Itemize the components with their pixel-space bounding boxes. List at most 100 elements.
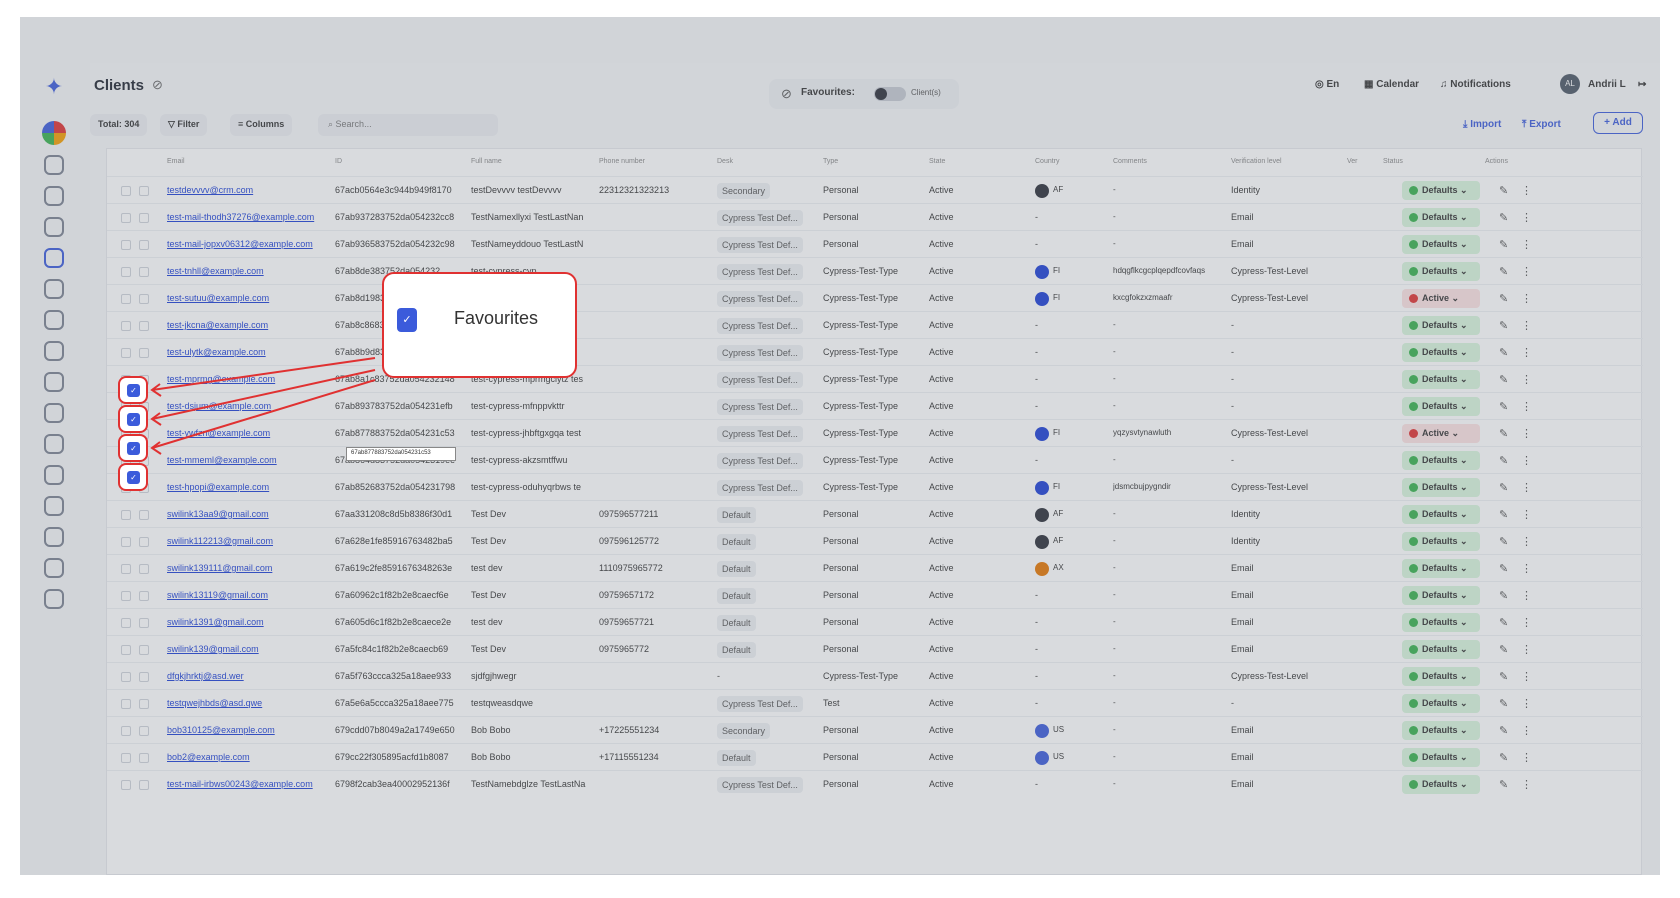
column-header[interactable]: Email [167,158,185,165]
edit-icon[interactable]: ✎ [1499,589,1508,602]
user-name[interactable]: Andrii L [1588,79,1626,90]
edit-icon[interactable]: ✎ [1499,778,1508,791]
column-header[interactable]: Country [1035,158,1060,165]
more-icon[interactable]: ⋮ [1521,265,1532,278]
status-dropdown[interactable]: Defaults ⌄ [1402,208,1480,227]
row-checkbox[interactable] [121,267,131,277]
favourite-checkbox[interactable] [139,564,149,574]
email-link[interactable]: swilink112213@gmail.com [167,536,327,546]
more-icon[interactable]: ⋮ [1521,670,1532,683]
status-dropdown[interactable]: Defaults ⌄ [1402,181,1480,200]
email-link[interactable]: test-mmeml@example.com [167,455,327,465]
status-dropdown[interactable]: Active ⌄ [1402,289,1480,308]
favourite-checkbox[interactable] [139,672,149,682]
table-row[interactable]: testdevvvv@crm.com 67acb0564e3c944b949f81… [107,176,1643,205]
more-icon[interactable]: ⋮ [1521,184,1532,197]
column-header[interactable]: State [929,158,945,165]
email-link[interactable]: testqwejhbds@asd.qwe [167,698,327,708]
more-icon[interactable]: ⋮ [1521,643,1532,656]
favourite-checkbox[interactable] [139,294,149,304]
table-row[interactable]: test-sutuu@example.com67ab8d1983752da054… [107,284,1643,313]
email-link[interactable]: bob2@example.com [167,752,327,762]
status-dropdown[interactable]: Defaults ⌄ [1402,262,1480,281]
columns-button[interactable]: ≡ Columns [230,114,293,136]
more-icon[interactable]: ⋮ [1521,238,1532,251]
language-selector[interactable]: ◎ En [1315,79,1339,90]
favourite-checkbox[interactable] [139,537,149,547]
favourite-checkbox[interactable] [139,510,149,520]
more-icon[interactable]: ⋮ [1521,589,1532,602]
table-row[interactable]: test-mail-thodh37276@example.com 67ab9372… [107,203,1643,232]
email-link[interactable]: swilink139@gmail.com [167,644,327,654]
table-row[interactable]: swilink13119@gmail.com 67a60962c1f82b2e8c… [107,581,1643,610]
email-link[interactable]: test-mprmg@example.com [167,374,327,384]
add-button[interactable]: + Add [1593,112,1643,134]
column-header[interactable]: Phone number [599,158,645,165]
clients-icon[interactable] [44,248,64,268]
status-dropdown[interactable]: Defaults ⌄ [1402,451,1480,470]
more-icon[interactable]: ⋮ [1521,373,1532,386]
column-header[interactable]: Ver [1347,158,1358,165]
favourite-bookmark-highlight[interactable]: ✓ [118,405,148,433]
row-checkbox[interactable] [121,753,131,763]
more-icon[interactable]: ⋮ [1521,535,1532,548]
link-icon[interactable] [44,465,64,485]
table-row[interactable]: test-mail-jopxv06312@example.com 67ab9365… [107,230,1643,259]
row-checkbox[interactable] [121,510,131,520]
row-checkbox[interactable] [121,186,131,196]
row-checkbox[interactable] [121,672,131,682]
table-row[interactable]: test-mprmg@example.com 67ab8a1c83752da054… [107,365,1643,394]
import-button[interactable]: ⤓ Import [1463,119,1501,130]
status-dropdown[interactable]: Defaults ⌄ [1402,532,1480,551]
favourite-checkbox[interactable] [139,618,149,628]
favourite-checkbox[interactable] [139,645,149,655]
table-row[interactable]: test-ulytk@example.com67ab8b9d83752da054… [107,338,1643,367]
status-dropdown[interactable]: Defaults ⌄ [1402,640,1480,659]
table-row[interactable]: test-hpopi@example.com 67ab852683752da054… [107,473,1643,502]
row-checkbox[interactable] [121,780,131,790]
more-icon[interactable]: ⋮ [1521,319,1532,332]
edit-icon[interactable]: ✎ [1499,562,1508,575]
edit-icon[interactable]: ✎ [1499,373,1508,386]
email-link[interactable]: test-dsjum@example.com [167,401,327,411]
table-row[interactable]: swilink139@gmail.com 67a5fc84c1f82b2e8cae… [107,635,1643,664]
row-checkbox[interactable] [121,591,131,601]
bot-icon[interactable] [44,310,64,330]
column-header[interactable]: Desk [717,158,733,165]
edit-icon[interactable]: ✎ [1499,454,1508,467]
favourites-toggle[interactable] [874,87,906,101]
more-icon[interactable]: ⋮ [1521,751,1532,764]
edit-icon[interactable]: ✎ [1499,670,1508,683]
edit-icon[interactable]: ✎ [1499,481,1508,494]
edit-icon[interactable]: ✎ [1499,508,1508,521]
more-icon[interactable]: ⋮ [1521,778,1532,791]
edit-icon[interactable]: ✎ [1499,616,1508,629]
favourite-checkbox[interactable] [139,213,149,223]
status-dropdown[interactable]: Defaults ⌄ [1402,397,1480,416]
bank-icon[interactable] [44,496,64,516]
table-row[interactable]: test-ywfzn@example.com 67ab877883752da054… [107,419,1643,448]
more-icon[interactable]: ⋮ [1521,292,1532,305]
logout-icon[interactable]: ↦ [1638,79,1646,90]
edit-icon[interactable]: ✎ [1499,643,1508,656]
column-header[interactable]: Verification level [1231,158,1282,165]
edit-icon[interactable]: ✎ [1499,238,1508,251]
copy-link-icon[interactable]: ⊘ [152,77,163,93]
favourite-checkbox[interactable] [139,699,149,709]
edit-icon[interactable]: ✎ [1499,751,1508,764]
filter-button[interactable]: ▽ Filter [160,114,208,136]
favourite-checkbox[interactable] [139,240,149,250]
users-icon[interactable] [44,217,64,237]
row-checkbox[interactable] [121,537,131,547]
avatar[interactable]: AL [1560,74,1580,94]
status-dropdown[interactable]: Defaults ⌄ [1402,505,1480,524]
row-checkbox[interactable] [121,699,131,709]
email-link[interactable]: testdevvvv@crm.com [167,185,327,195]
status-dropdown[interactable]: Defaults ⌄ [1402,694,1480,713]
search-input[interactable]: ⌕ Search... [318,114,498,136]
favourite-checkbox[interactable] [139,348,149,358]
more-icon[interactable]: ⋮ [1521,346,1532,359]
edit-icon[interactable]: ✎ [1499,697,1508,710]
table-row[interactable]: bob310125@example.com 679cdd07b8049a2a174… [107,716,1643,745]
table-row[interactable]: swilink13aa9@gmail.com 67aa331208c8d5b838… [107,500,1643,529]
